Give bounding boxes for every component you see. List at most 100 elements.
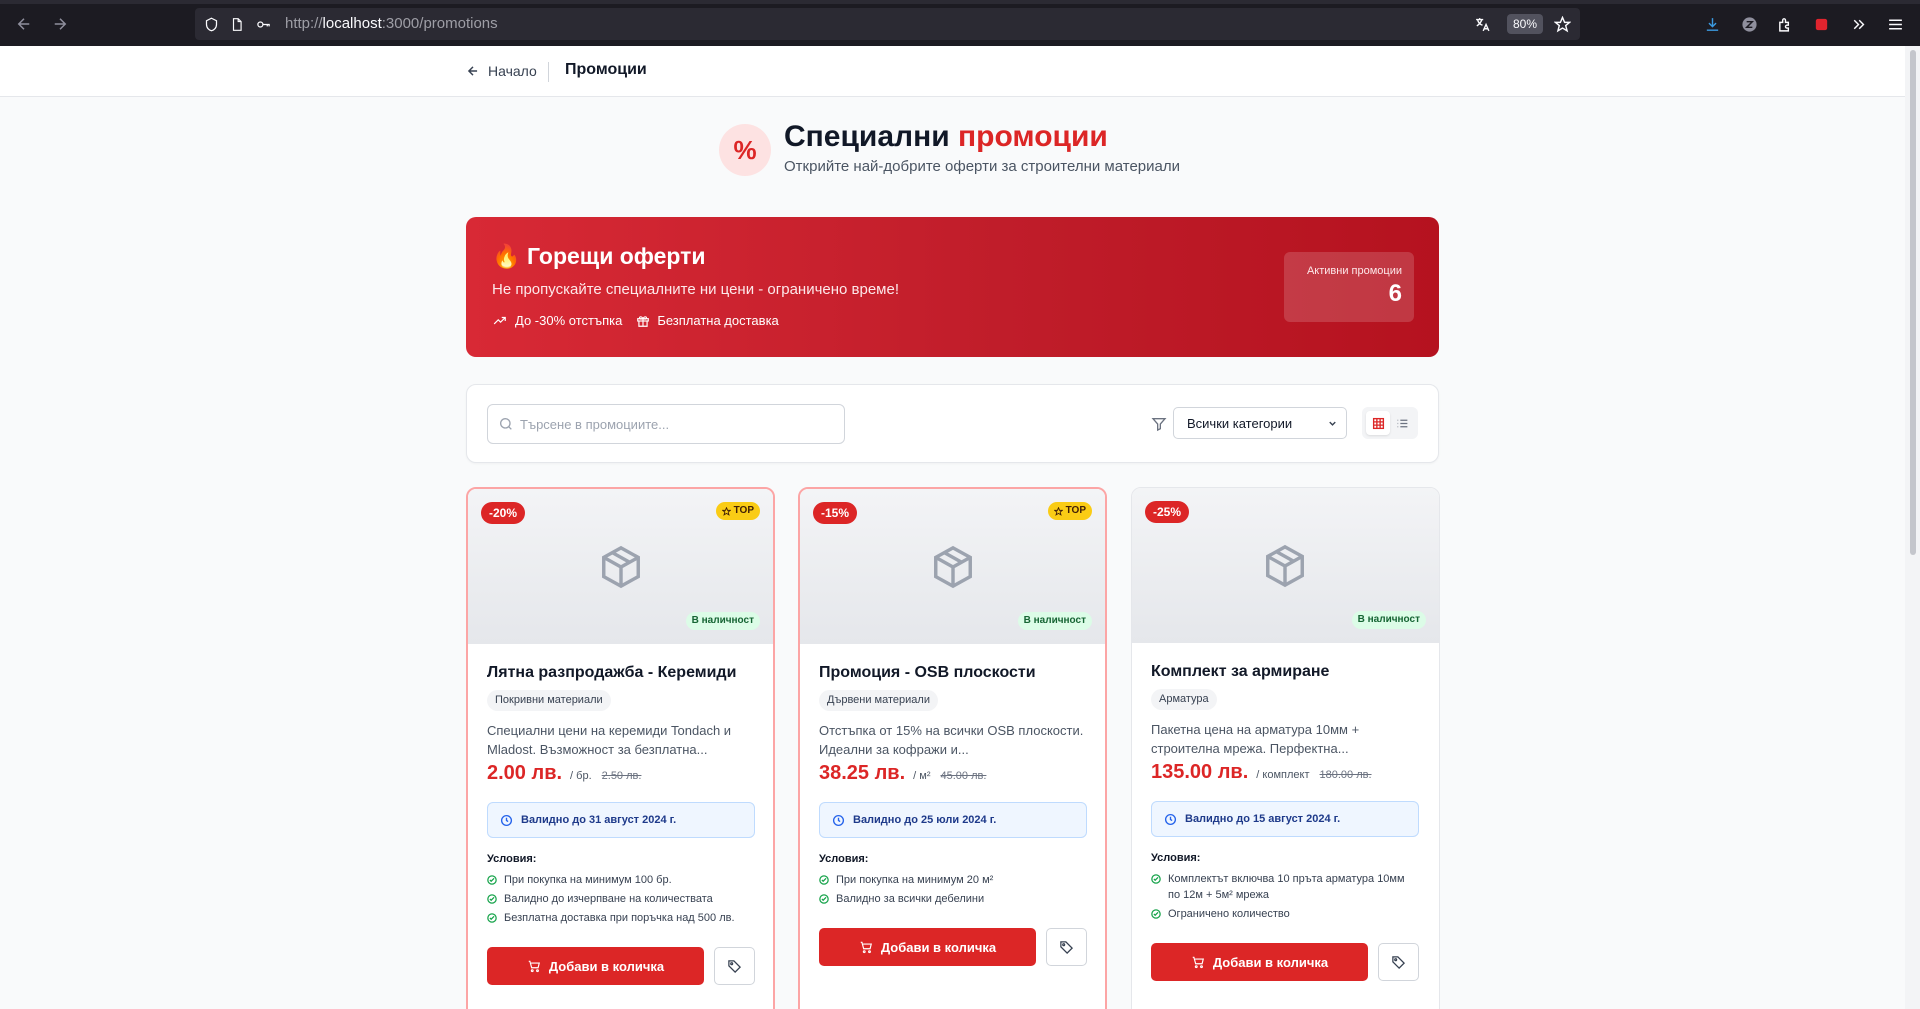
back-arrow-icon[interactable] <box>12 12 36 36</box>
card-description: Специални цени на керемиди Tondach и Mla… <box>487 723 732 757</box>
tag-icon <box>728 959 742 973</box>
grid-view-button[interactable] <box>1366 411 1390 435</box>
account-icon[interactable] <box>1739 14 1759 34</box>
add-to-cart-label: Добави в количка <box>1212 954 1329 970</box>
header-divider <box>548 62 549 82</box>
url-text[interactable]: http://localhost:3000/promotions <box>285 15 498 32</box>
stock-badge: В наличност <box>1017 612 1092 630</box>
hero-title: Специални промоции <box>784 120 1108 154</box>
forward-arrow-icon[interactable] <box>48 12 72 36</box>
search-icon <box>500 418 512 430</box>
conditions-list: При покупка на минимум 100 бр. Валидно д… <box>487 872 755 929</box>
translate-icon[interactable] <box>1472 14 1492 34</box>
category-badge: Арматура <box>1151 689 1217 710</box>
filter-icon <box>1151 418 1167 432</box>
view-toggle <box>1362 407 1418 439</box>
addon-badge-icon[interactable] <box>1811 14 1831 34</box>
conditions-list: При покупка на минимум 20 м² Валидно за … <box>819 872 1087 910</box>
add-to-cart-button[interactable]: Добави в количка <box>1151 943 1368 981</box>
price-unit: / бр. <box>570 770 592 782</box>
filter-toolbar: Всички категории <box>466 384 1439 463</box>
promotion-card[interactable]: -20% TOP В наличност Лятна разпродажба -… <box>466 487 775 1009</box>
check-circle-icon <box>1151 906 1161 922</box>
key-icon[interactable] <box>253 14 273 34</box>
discount-badge: -15% <box>813 502 858 524</box>
active-promotions-count: 6 <box>1388 280 1402 307</box>
package-icon <box>1266 544 1304 588</box>
check-circle-icon <box>487 872 497 888</box>
stock-badge: В наличност <box>685 612 760 630</box>
promo-price: 2.00 лв. <box>487 762 563 784</box>
list-icon <box>1397 419 1407 427</box>
add-to-cart-button[interactable]: Добави в количка <box>819 928 1036 966</box>
promotion-card[interactable]: -25% В наличност Комплект за армиране Ар… <box>1131 487 1440 1009</box>
chevrons-right-icon[interactable] <box>1848 14 1868 34</box>
chevron-down-icon <box>1329 421 1336 426</box>
extensions-icon[interactable] <box>1775 14 1795 34</box>
card-title[interactable]: Комплект за армиране <box>1151 663 1329 681</box>
clock-icon <box>832 814 845 827</box>
top-badge: TOP <box>715 502 760 520</box>
condition-item: Комплектът включва 10 пръта арматура 10м… <box>1151 871 1419 903</box>
download-icon[interactable] <box>1702 14 1722 34</box>
search-input[interactable] <box>520 413 830 435</box>
zoom-level[interactable]: 80% <box>1507 14 1544 34</box>
category-select[interactable]: Всички категории <box>1173 407 1347 439</box>
shield-icon[interactable] <box>201 14 221 34</box>
grid-icon <box>1372 417 1384 429</box>
check-circle-icon <box>819 872 829 888</box>
card-title[interactable]: Лятна разпродажба - Керемиди <box>487 664 736 682</box>
conditions-title: Условия: <box>487 853 537 865</box>
scrollbar-thumb[interactable] <box>1910 50 1916 555</box>
promo-price: 135.00 лв. <box>1151 761 1249 783</box>
condition-text: При покупка на минимум 20 м² <box>836 874 994 886</box>
price-row: 135.00 лв. / комплект 180.00 лв. <box>1151 761 1372 784</box>
price-unit: / м² <box>913 770 931 782</box>
banner-features: До -30% отстъпка Безплатна доставка <box>492 313 779 328</box>
top-badge-label: TOP <box>733 505 754 516</box>
add-to-cart-label: Добави в количка <box>548 958 665 974</box>
top-badge: TOP <box>1047 502 1092 520</box>
tag-icon <box>1060 940 1074 954</box>
condition-text: Комплектът включва 10 пръта арматура 10м… <box>1168 873 1405 901</box>
menu-icon[interactable] <box>1885 14 1905 34</box>
tag-button[interactable] <box>1378 943 1419 981</box>
cart-icon <box>860 941 872 954</box>
product-image-placeholder: -20% TOP В наличност <box>468 489 773 644</box>
check-circle-icon <box>487 910 497 926</box>
hero-title-accent: промоции <box>958 120 1108 153</box>
condition-item: Валидно до изчерпване на количествата <box>487 891 755 907</box>
card-title[interactable]: Промоция - OSB плоскости <box>819 664 1036 682</box>
search-box[interactable] <box>487 404 845 444</box>
tag-icon <box>1392 955 1406 969</box>
validity-notice: Валидно до 31 август 2024 г. <box>487 802 755 838</box>
validity-text: Валидно до 25 юли 2024 г. <box>853 814 997 826</box>
price-unit: / комплект <box>1256 769 1310 781</box>
promotion-card[interactable]: -15% TOP В наличност Промоция - OSB плос… <box>798 487 1107 1009</box>
clock-icon <box>500 814 513 827</box>
product-image-placeholder: -25% В наличност <box>1132 488 1439 643</box>
conditions-title: Условия: <box>819 853 869 865</box>
package-icon <box>934 545 972 589</box>
tag-button[interactable] <box>714 947 755 985</box>
add-to-cart-button[interactable]: Добави в количка <box>487 947 704 985</box>
list-view-button[interactable] <box>1390 411 1414 435</box>
page-title: Промоции <box>565 61 647 78</box>
card-description: Пакетна цена на арматура 10мм + строител… <box>1151 722 1360 756</box>
browser-toolbar: http://localhost:3000/promotions 80% <box>0 0 1920 46</box>
category-badge: Дървени материали <box>819 690 938 711</box>
arrow-left-icon <box>467 66 478 76</box>
address-bar[interactable]: http://localhost:3000/promotions 80% <box>195 8 1580 40</box>
validity-text: Валидно до 31 август 2024 г. <box>521 814 677 826</box>
page-icon <box>227 14 247 34</box>
star-icon[interactable] <box>1552 14 1572 34</box>
star-icon <box>721 506 731 516</box>
tag-button[interactable] <box>1046 928 1087 966</box>
price-row: 2.00 лв. / бр. 2.50 лв. <box>487 762 641 785</box>
condition-text: Ограничено количество <box>1168 908 1290 920</box>
trending-up-icon <box>493 316 506 324</box>
cart-icon <box>528 960 540 973</box>
back-link[interactable]: Начало <box>466 63 537 79</box>
conditions-list: Комплектът включва 10 пръта арматура 10м… <box>1151 871 1419 925</box>
discount-badge: -20% <box>481 502 526 524</box>
